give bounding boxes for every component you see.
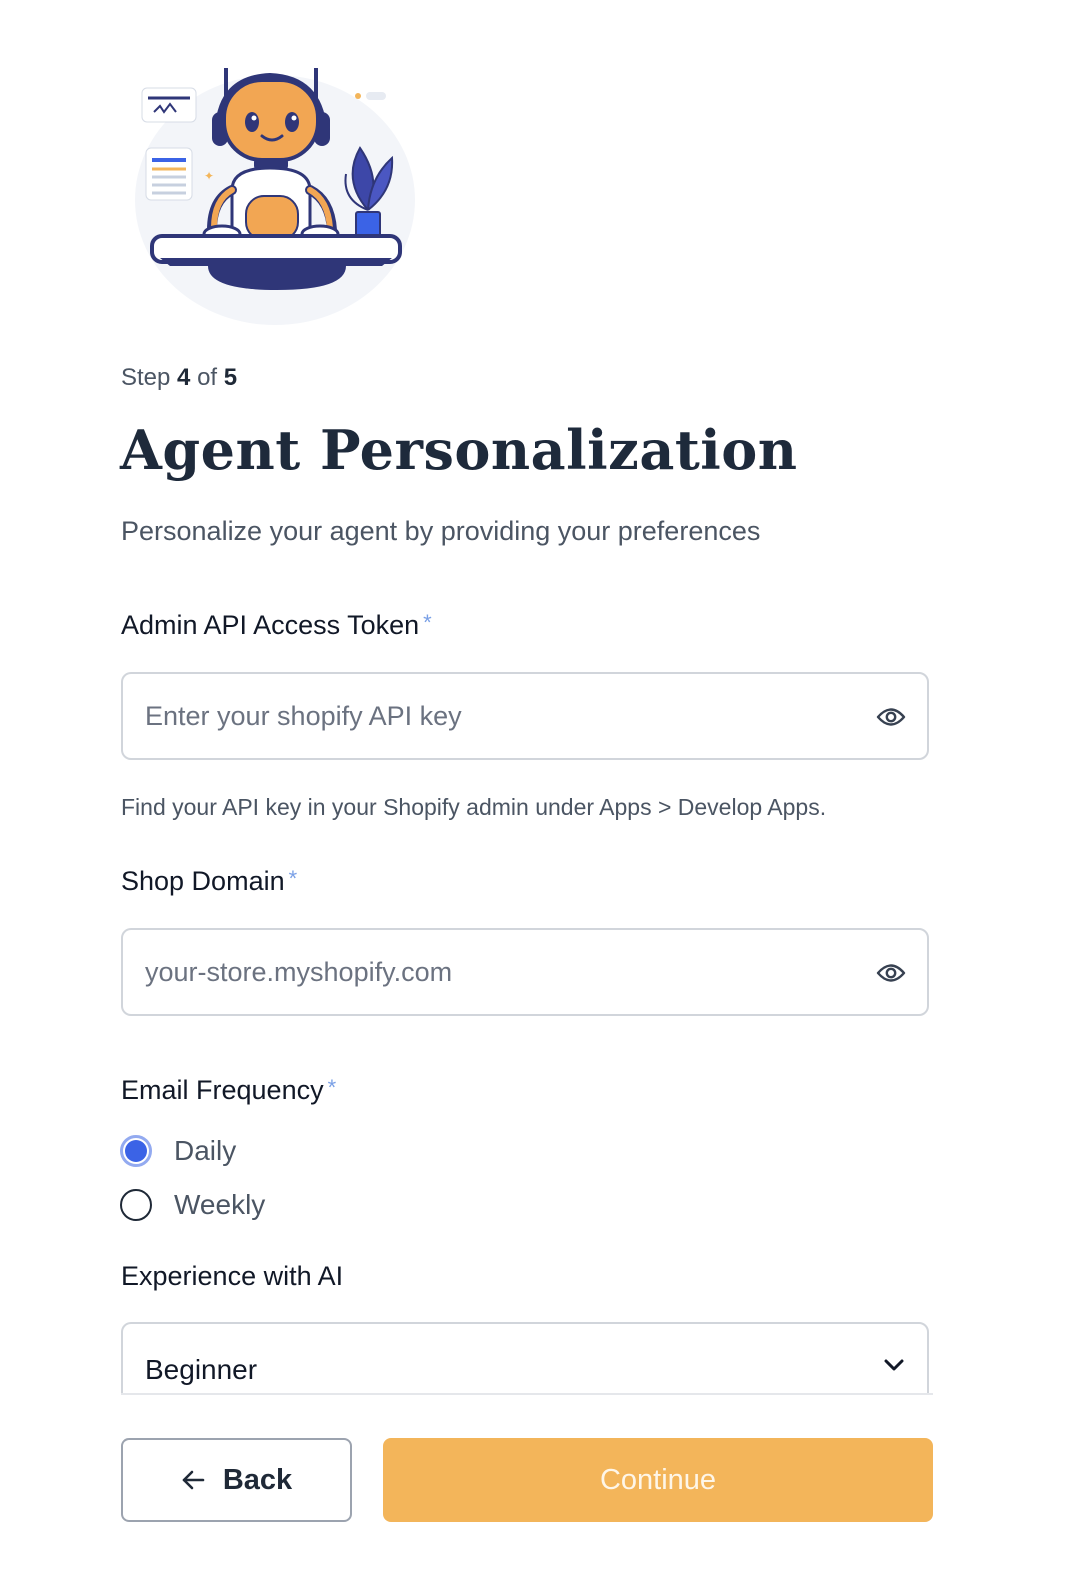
shop-domain-field	[121, 928, 929, 1016]
radio-weekly[interactable]	[120, 1189, 152, 1221]
shop-domain-visibility-toggle[interactable]	[875, 958, 907, 988]
api-token-visibility-toggle[interactable]	[875, 702, 907, 732]
footer-divider	[121, 1393, 933, 1395]
required-mark: *	[288, 866, 298, 891]
api-token-input[interactable]	[145, 700, 835, 732]
required-mark: *	[327, 1075, 337, 1100]
radio-label-daily: Daily	[174, 1135, 237, 1166]
eye-icon	[876, 708, 906, 726]
step-prefix: Step	[121, 364, 171, 391]
back-button-label: Back	[222, 1463, 293, 1496]
step-separator: of	[197, 364, 218, 391]
ai-experience-selected-value: Beginner	[145, 1354, 258, 1385]
page-title: Agent Personalization	[120, 418, 798, 482]
arrow-left-icon	[182, 1470, 205, 1490]
radio-option-daily[interactable]: Daily	[120, 1135, 236, 1167]
ai-experience-select-container: Beginner	[121, 1322, 933, 1394]
api-token-field	[121, 672, 929, 760]
continue-button[interactable]: Continue	[383, 1438, 933, 1522]
ai-experience-select[interactable]: Beginner	[121, 1322, 929, 1394]
api-token-label: Admin API Access Token *	[121, 610, 432, 641]
shop-domain-label: Shop Domain *	[121, 866, 297, 897]
required-mark: *	[423, 610, 432, 635]
email-frequency-label-text: Email Frequency	[121, 1075, 324, 1105]
radio-label-weekly: Weekly	[174, 1189, 266, 1220]
shop-domain-label-text: Shop Domain	[121, 866, 285, 896]
step-indicator: Step 4 of 5	[121, 364, 237, 392]
eye-icon	[876, 964, 906, 982]
shop-domain-input[interactable]	[145, 956, 835, 988]
email-frequency-label: Email Frequency *	[121, 1075, 336, 1106]
robot-at-desk-illustration: ✦	[135, 68, 415, 325]
page-subtitle: Personalize your agent by providing your…	[121, 516, 761, 546]
radio-option-weekly[interactable]: Weekly	[120, 1189, 265, 1221]
back-button[interactable]: Back	[121, 1438, 352, 1522]
chevron-down-icon	[884, 1359, 904, 1371]
api-token-label-text: Admin API Access Token	[121, 610, 420, 640]
step-total: 5	[223, 364, 238, 391]
svg-text:✦: ✦	[204, 169, 214, 183]
continue-button-label: Continue	[599, 1463, 717, 1496]
step-current: 4	[177, 364, 191, 391]
radio-daily[interactable]	[120, 1135, 152, 1167]
api-token-helper: Find your API key in your Shopify admin …	[121, 794, 827, 820]
ai-experience-label: Experience with AI	[121, 1261, 344, 1291]
